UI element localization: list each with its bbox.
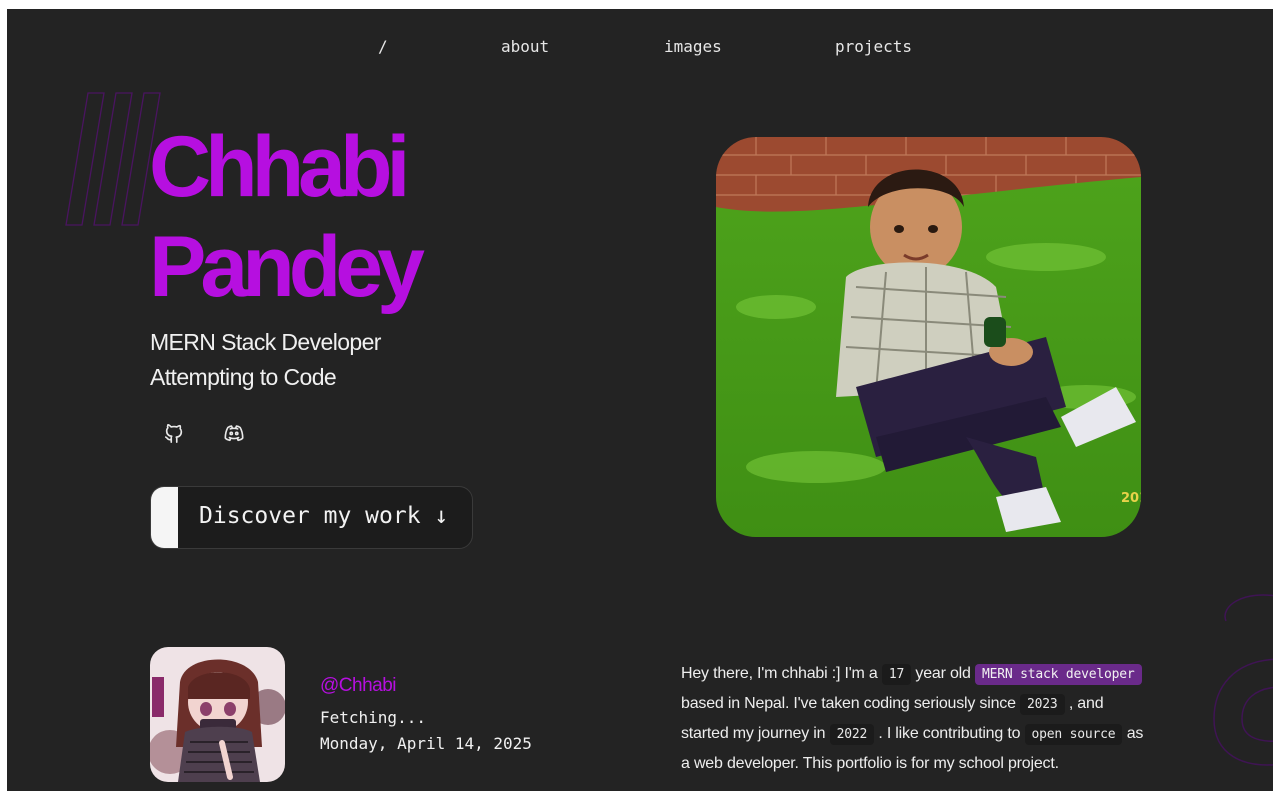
profile-date: Monday, April 14, 2025: [320, 734, 532, 753]
bio-text-5: . I like contributing to: [878, 725, 1021, 742]
photo-date-stamp: 2012/0: [1121, 491, 1141, 506]
nav-images[interactable]: images: [664, 37, 722, 56]
discord-link[interactable]: [221, 420, 247, 446]
bio-serious-year: 2023: [1020, 694, 1065, 715]
photo-illustration: 2012/0: [716, 137, 1141, 537]
hero-role-line-2: Attempting to Code: [150, 364, 337, 390]
hero-first-name: Chhabi: [149, 119, 410, 215]
bio-open-source: open source: [1024, 724, 1123, 745]
discord-icon: [224, 425, 244, 442]
profile-status: Fetching...: [320, 708, 426, 727]
discover-work-button[interactable]: Discover my work ↓: [150, 486, 473, 549]
cta-accent-bar: [151, 487, 178, 548]
hero-last-name: Pandey: [149, 219, 425, 315]
bio-text-1: Hey there, I'm chhabi :] I'm a: [681, 665, 878, 682]
cta-label: Discover my work ↓: [199, 503, 449, 529]
nav-home[interactable]: /: [378, 37, 388, 56]
bio-text-2: year old: [915, 665, 971, 682]
hero-role: MERN Stack Developer Attempting to Code: [150, 325, 381, 395]
avatar: [150, 647, 285, 782]
avatar-illustration: [150, 647, 285, 782]
bio-start-year: 2022: [829, 724, 875, 745]
page-frame: / about images projects Chhabi Pandey ME…: [7, 9, 1273, 791]
nav-about[interactable]: about: [501, 37, 549, 56]
bio-text-3: based in Nepal. I've taken coding seriou…: [681, 695, 1016, 712]
nav-projects[interactable]: projects: [835, 37, 912, 56]
bio-paragraph: Hey there, I'm chhabi :] I'm a 17 year o…: [681, 659, 1151, 778]
hero-role-line-1: MERN Stack Developer: [150, 329, 381, 355]
github-icon: [164, 424, 183, 443]
decorative-outline-letter: [1213, 594, 1273, 766]
bio-age: 17: [881, 664, 912, 685]
github-link[interactable]: [161, 420, 187, 446]
profile-handle[interactable]: @Chhabi: [320, 675, 397, 697]
bio-role-tag: MERN stack developer: [974, 664, 1142, 685]
hero-name: Chhabi Pandey: [149, 117, 425, 317]
profile-photo: 2012/0: [716, 137, 1141, 537]
